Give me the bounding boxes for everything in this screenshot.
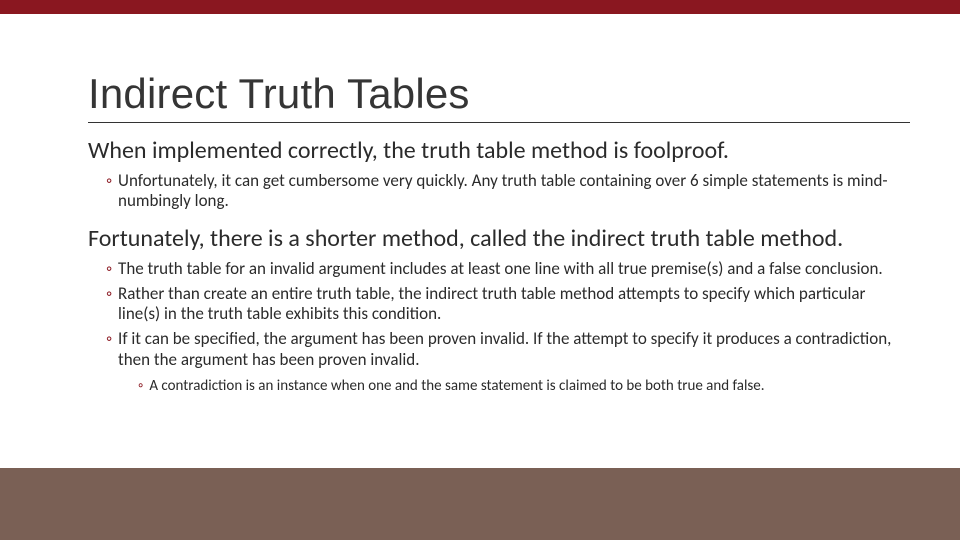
list-item-text: Rather than create an entire truth table… — [118, 284, 910, 325]
list-item: ◦ The truth table for an invalid argumen… — [106, 259, 910, 280]
bullet-icon: ◦ — [106, 171, 112, 212]
slide-content: Indirect Truth Tables When implemented c… — [88, 70, 910, 399]
list-item: ◦ Rather than create an entire truth tab… — [106, 284, 910, 325]
bullet-icon: ◦ — [106, 329, 112, 370]
paragraph-1-sub: ◦ Unfortunately, it can get cumbersome v… — [106, 171, 910, 212]
paragraph-2-subs: ◦ The truth table for an invalid argumen… — [106, 259, 910, 395]
paragraph-2: Fortunately, there is a shorter method, … — [88, 225, 910, 253]
paragraph-2-subsub: ◦ A contradiction is an instance when on… — [138, 377, 910, 396]
bullet-icon: ◦ — [106, 284, 112, 325]
slide-title: Indirect Truth Tables — [88, 70, 910, 123]
top-accent-bar — [0, 0, 960, 14]
list-item-text: If it can be specified, the argument has… — [118, 329, 910, 370]
slide: Indirect Truth Tables When implemented c… — [0, 0, 960, 540]
paragraph-2-subsub-text: A contradiction is an instance when one … — [149, 377, 910, 396]
bottom-footer-bar — [0, 468, 960, 540]
bullet-icon: ◦ — [106, 259, 112, 280]
paragraph-1-sub-text: Unfortunately, it can get cumbersome ver… — [118, 171, 910, 212]
bullet-icon: ◦ — [138, 377, 143, 396]
list-item-text: The truth table for an invalid argument … — [118, 259, 910, 280]
paragraph-1: When implemented correctly, the truth ta… — [88, 137, 910, 165]
list-item: ◦ If it can be specified, the argument h… — [106, 329, 910, 370]
